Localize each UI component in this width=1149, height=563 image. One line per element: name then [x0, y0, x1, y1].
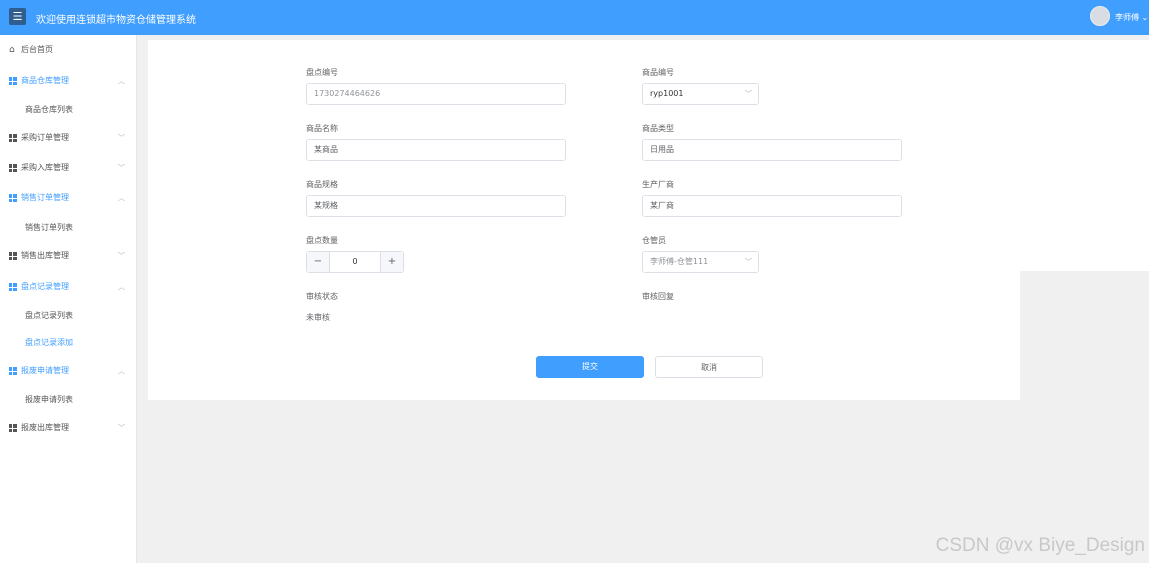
chevron-up-icon: ︿	[118, 367, 125, 375]
sidebar-sub-sales-order-list[interactable]: 销售订单列表	[25, 222, 73, 233]
sidebar-group-scrap-outbound[interactable]: 报废出库管理 ﹀	[0, 418, 137, 438]
grid-icon	[9, 134, 17, 142]
keeper-value: 李师傅-仓管111	[650, 257, 709, 266]
sidebar: ⌂ 后台首页 商品仓库管理 ︿ 商品仓库列表 采购订单管理 ﹀ 采购入库管理 ﹀ 销售订…	[0, 35, 137, 563]
menu-toggle-button[interactable]: ☰	[9, 8, 26, 25]
chevron-up-icon: ︿	[118, 283, 125, 291]
top-header: ☰ 欢迎使用连锁超市物资仓储管理系统 李师傅 ⌄	[0, 0, 1149, 35]
grid-icon	[9, 164, 17, 172]
inventory-no-input[interactable]: 1730274464626	[306, 83, 566, 105]
keeper-select[interactable]: 李师傅-仓管111 ﹀	[642, 251, 759, 273]
product-no-label: 商品编号	[642, 68, 674, 77]
quantity-stepper: − 0 +	[306, 251, 404, 273]
user-menu[interactable]: 李师傅 ⌄	[1115, 12, 1148, 23]
product-spec-input[interactable]: 某规格	[306, 195, 566, 217]
watermark: CSDN @vx Biye_Design	[935, 535, 1145, 556]
sidebar-group-sales-outbound[interactable]: 销售出库管理 ﹀	[0, 246, 137, 266]
chevron-down-icon: ﹀	[118, 134, 125, 142]
product-name-label: 商品名称	[306, 124, 338, 133]
avatar[interactable]	[1090, 6, 1110, 26]
sidebar-group-purchase-inbound[interactable]: 采购入库管理 ﹀	[0, 158, 137, 178]
quantity-label: 盘点数量	[306, 236, 338, 245]
chevron-up-icon: ︿	[118, 194, 125, 202]
product-type-input[interactable]: 日用品	[642, 139, 902, 161]
sidebar-sub-scrap-request-list[interactable]: 报废申请列表	[25, 394, 73, 405]
username: 李师傅	[1115, 13, 1139, 22]
grid-icon	[9, 283, 17, 291]
manufacturer-label: 生产厂商	[642, 180, 674, 189]
product-no-select[interactable]: ryp1001 ﹀	[642, 83, 759, 105]
grid-icon	[9, 194, 17, 202]
sidebar-group-purchase-order[interactable]: 采购订单管理 ﹀	[0, 128, 137, 148]
home-icon: ⌂	[9, 45, 15, 55]
product-spec-label: 商品规格	[306, 180, 338, 189]
grid-icon	[9, 252, 17, 260]
background-area	[1020, 271, 1149, 400]
chevron-down-icon: ﹀	[118, 424, 125, 432]
sidebar-group-inventory-record[interactable]: 盘点记录管理 ︿	[0, 277, 137, 297]
product-name-input[interactable]: 某商品	[306, 139, 566, 161]
chevron-down-icon: ﹀	[118, 252, 125, 260]
review-status-value: 未审核	[306, 313, 330, 322]
sidebar-sub-inventory-record-add[interactable]: 盘点记录添加	[25, 337, 73, 348]
grid-icon	[9, 424, 17, 432]
chevron-up-icon: ︿	[118, 77, 125, 85]
product-no-value: ryp1001	[650, 89, 684, 98]
quantity-input[interactable]: 0	[329, 252, 381, 272]
cancel-button[interactable]: 取消	[655, 356, 763, 378]
sidebar-group-product-warehouse[interactable]: 商品仓库管理 ︿	[0, 71, 137, 91]
submit-button[interactable]: 提交	[536, 356, 644, 378]
product-type-label: 商品类型	[642, 124, 674, 133]
keeper-label: 仓管员	[642, 236, 666, 245]
manufacturer-input[interactable]: 某厂商	[642, 195, 902, 217]
sidebar-item-home[interactable]: ⌂ 后台首页	[0, 40, 137, 60]
chevron-down-icon: ﹀	[118, 164, 125, 172]
chevron-down-icon: ﹀	[745, 90, 752, 98]
sidebar-group-sales-order[interactable]: 销售订单管理 ︿	[0, 188, 137, 208]
chevron-down-icon: ﹀	[745, 258, 752, 266]
sidebar-sub-inventory-record-list[interactable]: 盘点记录列表	[25, 310, 73, 321]
review-status-label: 审核状态	[306, 292, 338, 301]
sidebar-sub-product-warehouse-list[interactable]: 商品仓库列表	[25, 104, 73, 115]
app-title: 欢迎使用连锁超市物资仓储管理系统	[36, 15, 196, 26]
review-reply-label: 审核回复	[642, 292, 674, 301]
grid-icon	[9, 77, 17, 85]
increment-button[interactable]: +	[381, 252, 403, 272]
sidebar-group-scrap-request[interactable]: 报废申请管理 ︿	[0, 361, 137, 381]
inventory-no-label: 盘点编号	[306, 68, 338, 77]
chevron-down-icon: ⌄	[1141, 13, 1149, 22]
decrement-button[interactable]: −	[307, 252, 329, 272]
grid-icon	[9, 367, 17, 375]
